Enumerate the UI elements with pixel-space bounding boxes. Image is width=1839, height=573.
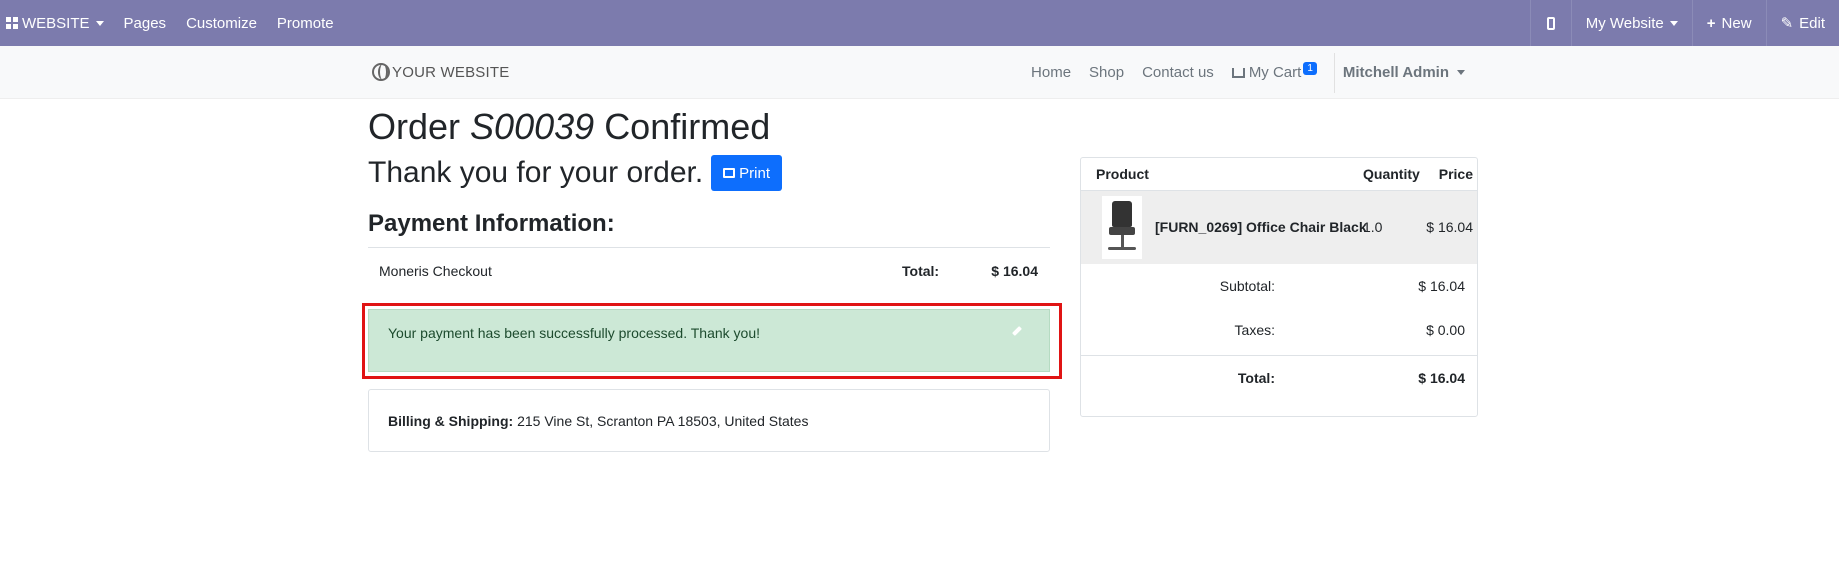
taxes-value: $ 0.00 [1426,322,1465,338]
mobile-preview-button[interactable] [1531,0,1571,46]
new-label: New [1721,14,1752,32]
subtotal-value: $ 16.04 [1418,278,1465,294]
product-quantity: 1.0 [1363,219,1383,235]
cart-icon [1231,68,1245,79]
subtotal-row: Subtotal: $ 16.04 [1081,264,1477,308]
apps-grid-icon [6,17,18,29]
taxes-label: Taxes: [1234,322,1275,338]
caret-down-icon [95,20,104,26]
website-menu-label: WEBSITE [22,14,90,32]
plus-icon: + [1706,14,1716,32]
globe-icon [372,63,390,81]
total-row: Total: $ 16.04 [1081,355,1477,399]
site-header: YOUR WEBSITE Home Shop Contact us My Car… [0,46,1839,99]
product-row: [FURN_0269] Office Chair Black 1.0 $ 16.… [1081,191,1477,264]
payment-success-alert: Your payment has been successfully proce… [368,309,1050,372]
total-value: $ 16.04 [1418,370,1465,386]
printer-icon [723,168,736,178]
thank-you-heading: Thank you for your order. Print [368,155,783,191]
order-summary-card: Product Quantity Price [FURN_0269] Offic… [1080,157,1478,417]
pages-menu[interactable]: Pages [114,0,177,46]
product-image[interactable] [1102,196,1142,259]
new-button[interactable]: + New [1693,0,1766,46]
billing-label: Billing & Shipping: [388,413,514,429]
divider [1333,52,1335,93]
payment-total-value: $ 16.04 [991,263,1038,279]
title-prefix: Order [368,106,461,147]
mobile-icon [1546,16,1555,30]
pencil-icon: ✎ [1780,15,1794,32]
subtotal-label: Subtotal: [1219,278,1275,294]
payment-total-label: Total: [902,263,940,279]
nav-shop[interactable]: Shop [1080,64,1133,81]
nav-cart[interactable]: My Cart 1 [1223,62,1326,81]
success-message: Your payment has been successfully proce… [388,325,760,341]
page-title: Order S00039 Confirmed [368,106,770,148]
payment-row: Moneris Checkout Total: $ 16.04 [368,247,1050,293]
print-button[interactable]: Print [711,155,783,191]
thank-you-text: Thank you for your order. [368,156,704,189]
taxes-row: Taxes: $ 0.00 [1081,308,1477,352]
billing-shipping-text: Billing & Shipping: 215 Vine St, Scranto… [388,413,808,429]
caret-down-icon [1457,70,1465,75]
user-name: Mitchell Admin [1342,64,1449,81]
website-switcher-label: My Website [1585,14,1664,32]
edit-pencil-icon[interactable] [1012,326,1022,336]
website-switcher[interactable]: My Website [1572,0,1692,46]
header-quantity: Quantity [1363,166,1420,182]
main-nav: Home Shop Contact us My Cart 1 Mitchell A… [1022,46,1473,99]
customize-menu[interactable]: Customize [176,0,267,46]
site-logo[interactable]: YOUR WEBSITE [372,63,509,81]
header-price: Price [1438,166,1473,182]
nav-cart-label: My Cart [1248,64,1302,81]
promote-menu[interactable]: Promote [267,0,344,46]
title-suffix: Confirmed [604,106,771,147]
admin-bar: WEBSITE Pages Customize Promote My Websi… [0,0,1839,46]
edit-label: Edit [1799,14,1825,32]
billing-address: 215 Vine St, Scranton PA 18503, United S… [513,413,809,429]
caret-down-icon [1669,20,1678,26]
nav-contact[interactable]: Contact us [1133,64,1223,81]
product-price: $ 16.04 [1426,219,1473,235]
product-name[interactable]: [FURN_0269] Office Chair Black [1155,219,1367,235]
website-menu[interactable]: WEBSITE [0,0,114,46]
nav-home[interactable]: Home [1022,64,1080,81]
edit-button[interactable]: ✎ Edit [1767,0,1839,46]
cart-count-badge: 1 [1303,62,1317,75]
billing-shipping-card: Billing & Shipping: 215 Vine St, Scranto… [368,389,1050,452]
print-label: Print [739,164,771,182]
site-logo-text: YOUR WEBSITE [392,63,510,81]
header-product: Product [1096,166,1149,182]
order-reference: S00039 [470,106,595,147]
payment-method: Moneris Checkout [379,263,492,279]
user-menu[interactable]: Mitchell Admin [1343,64,1473,81]
summary-header-row: Product Quantity Price [1081,158,1477,191]
total-label: Total: [1237,370,1275,386]
payment-information-heading: Payment Information: [368,210,615,237]
